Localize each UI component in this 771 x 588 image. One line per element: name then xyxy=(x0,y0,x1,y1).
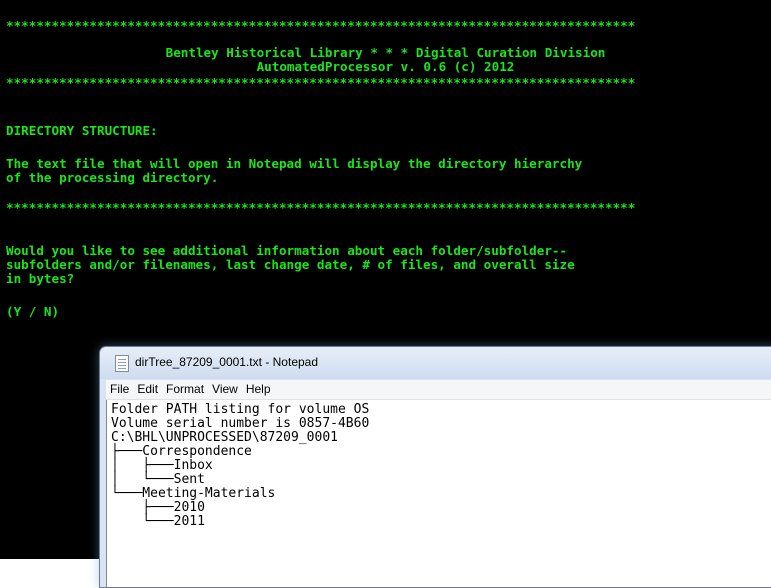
menu-edit[interactable]: Edit xyxy=(133,380,162,396)
tree-line: ├───2010 xyxy=(111,500,205,515)
text-line: C:\BHL\UNPROCESSED\87209_0001 xyxy=(111,430,338,445)
menu-help[interactable]: Help xyxy=(242,380,275,396)
notepad-title-bar[interactable]: dirTree_87209_0001.txt - Notepad xyxy=(100,347,771,379)
notepad-file-icon xyxy=(115,355,129,372)
header-version: AutomatedProcessor v. 0.6 (c) 2012 xyxy=(256,59,515,74)
header-title: Bentley Historical Library * * * Digital… xyxy=(165,45,606,60)
text-line: Volume serial number is 0857-4B60 xyxy=(111,416,370,431)
tree-line: └───2011 xyxy=(111,514,205,529)
tree-line: └───Meeting-Materials xyxy=(111,486,276,501)
menu-file[interactable]: File xyxy=(106,380,133,396)
menu-view[interactable]: View xyxy=(208,380,242,396)
question-text-line: Would you like to see additional informa… xyxy=(6,243,568,258)
yes-no-prompt[interactable]: (Y / N) xyxy=(6,305,59,319)
menu-format[interactable]: Format xyxy=(162,380,208,396)
separator-stars: ****************************************… xyxy=(6,18,636,33)
section-title: DIRECTORY STRUCTURE: xyxy=(6,123,158,138)
tree-line: ├───Correspondence xyxy=(111,444,252,459)
menu-bar: File Edit Format View Help xyxy=(106,380,771,400)
tree-line: │ └───Sent xyxy=(111,472,205,487)
window-title: dirTree_87209_0001.txt - Notepad xyxy=(135,355,319,369)
separator-stars: ****************************************… xyxy=(6,200,636,215)
tree-line: │ ├───Inbox xyxy=(111,458,213,473)
text-line: Folder PATH listing for volume OS xyxy=(111,402,370,417)
info-text-line: of the processing directory. xyxy=(6,170,219,185)
info-text-line: The text file that will open in Notepad … xyxy=(6,156,583,171)
separator-stars: ****************************************… xyxy=(6,75,636,90)
question-text-line: subfolders and/or filenames, last change… xyxy=(6,257,575,272)
notepad-window[interactable]: dirTree_87209_0001.txt - Notepad File Edi… xyxy=(99,346,771,588)
question-text-line: in bytes? xyxy=(6,271,75,286)
